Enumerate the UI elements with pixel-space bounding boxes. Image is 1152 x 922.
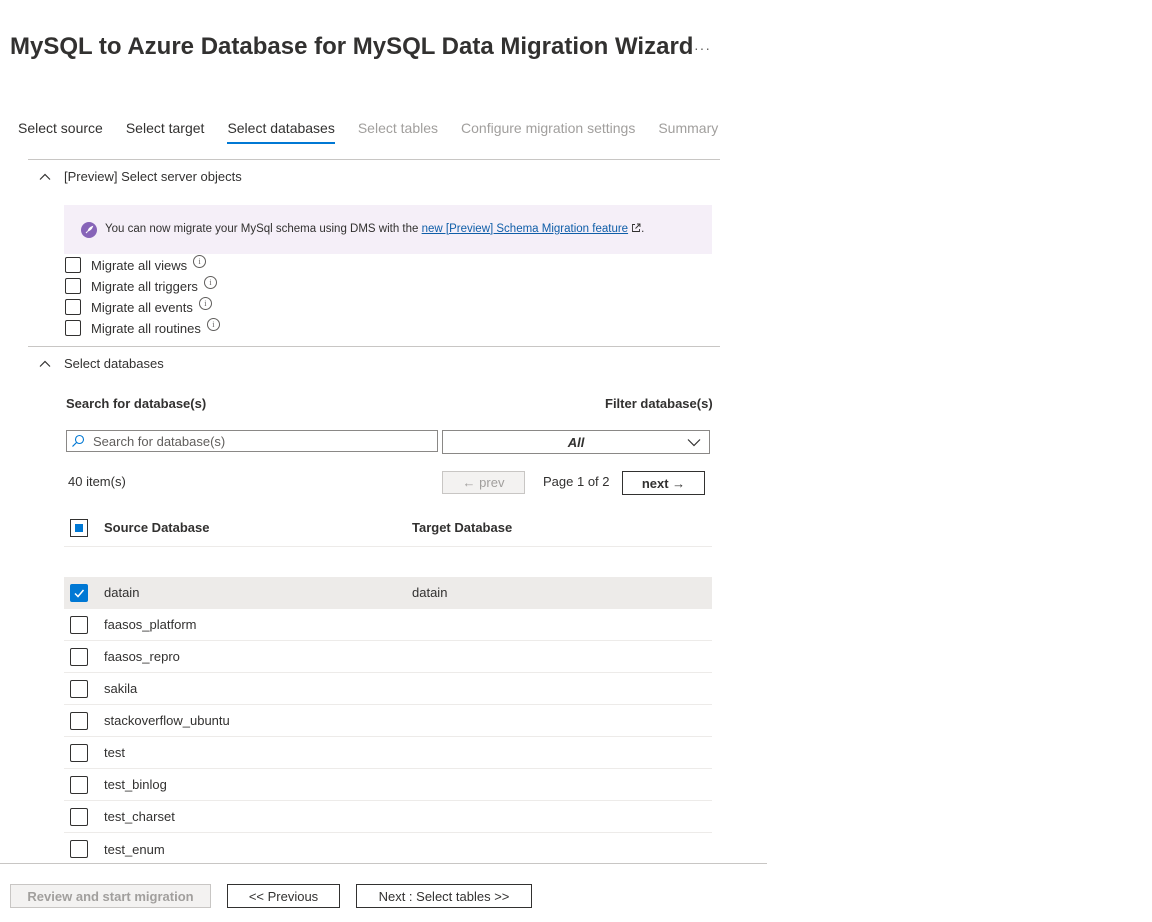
page-title: MySQL to Azure Database for MySQL Data M…: [10, 33, 694, 60]
migrate-views-label: Migrate all views: [91, 257, 188, 273]
review-and-start-migration-button: Review and start migration: [10, 884, 211, 908]
section-divider: [28, 346, 720, 347]
migrate-triggers-label: Migrate all triggers: [91, 278, 198, 294]
banner-text: You can now migrate your MySql schema us…: [105, 223, 422, 235]
prev-page-button[interactable]: ← prev: [442, 471, 525, 494]
source-database-cell: test_enum: [104, 841, 165, 857]
banner-message: You can now migrate your MySql schema us…: [105, 223, 644, 236]
option-migrate-views: Migrate all views i: [65, 254, 207, 273]
table-row[interactable]: test_binlog: [64, 769, 712, 801]
search-databases-label: Search for database(s): [66, 396, 207, 411]
table-row[interactable]: stackoverflow_ubuntu: [64, 705, 712, 737]
schema-migration-banner: You can now migrate your MySql schema us…: [64, 205, 712, 254]
filter-dropdown[interactable]: All: [442, 430, 710, 454]
target-database-header: Target Database: [412, 520, 513, 535]
tab-select-target[interactable]: Select target: [126, 120, 205, 144]
row-checkbox[interactable]: [70, 775, 88, 794]
info-icon[interactable]: i: [198, 296, 212, 310]
next-page-button[interactable]: next →: [622, 471, 705, 495]
migrate-events-checkbox[interactable]: [65, 299, 81, 315]
source-database-cell: faasos_repro: [104, 649, 180, 664]
more-options-button[interactable]: ···: [694, 40, 711, 56]
table-row[interactable]: faasos_repro: [64, 641, 712, 673]
databases-heading: Select databases: [64, 356, 164, 371]
external-link-icon: [631, 223, 641, 236]
row-checkbox[interactable]: [70, 807, 88, 826]
option-migrate-routines: Migrate all routines i: [65, 317, 220, 336]
tab-select-databases[interactable]: Select databases: [227, 120, 336, 144]
server-objects-heading: [Preview] Select server objects: [64, 169, 242, 184]
source-database-cell: datain: [104, 585, 140, 600]
source-database-cell: sakila: [104, 681, 138, 696]
rocket-icon: [81, 221, 97, 238]
row-checkbox[interactable]: [70, 711, 88, 730]
migrate-routines-label: Migrate all routines: [91, 320, 201, 336]
items-count: 40 item(s): [68, 474, 126, 489]
database-list: datain datain faasos_platform faasos_rep…: [64, 577, 712, 865]
migrate-triggers-checkbox[interactable]: [65, 278, 81, 294]
databases-section-toggle[interactable]: Select databases: [38, 356, 164, 371]
table-row[interactable]: test_charset: [64, 801, 712, 833]
table-header: Source Database Target Database: [64, 512, 712, 547]
footer-divider: [0, 863, 767, 864]
migrate-views-checkbox[interactable]: [65, 257, 81, 273]
row-checkbox[interactable]: [70, 647, 88, 666]
row-checkbox[interactable]: [70, 743, 88, 762]
server-objects-section-toggle[interactable]: [Preview] Select server objects: [38, 169, 242, 184]
info-icon[interactable]: i: [203, 275, 217, 289]
chevron-up-icon: [38, 170, 58, 184]
filter-databases-label: Filter database(s): [605, 396, 713, 411]
info-icon[interactable]: i: [193, 254, 207, 268]
schema-migration-link[interactable]: new [Preview] Schema Migration feature: [422, 223, 628, 235]
source-database-cell: stackoverflow_ubuntu: [104, 713, 230, 728]
partial-check-indicator: [75, 524, 83, 532]
table-row[interactable]: faasos_platform: [64, 609, 712, 641]
source-database-cell: test_charset: [104, 809, 175, 824]
database-search: [66, 430, 438, 452]
table-row[interactable]: test_enum: [64, 833, 712, 865]
row-checkbox[interactable]: [70, 583, 88, 602]
source-database-cell: test_binlog: [104, 777, 167, 792]
tabs-divider: [28, 159, 720, 160]
info-icon[interactable]: i: [206, 317, 220, 331]
source-database-cell: faasos_platform: [104, 617, 197, 632]
tab-select-source[interactable]: Select source: [18, 120, 103, 144]
checkmark-icon: [74, 589, 85, 598]
chevron-down-icon: [687, 435, 701, 452]
option-migrate-events: Migrate all events i: [65, 296, 212, 315]
row-checkbox[interactable]: [70, 615, 88, 634]
search-input[interactable]: [91, 432, 425, 450]
select-all-checkbox[interactable]: [70, 519, 88, 537]
tab-configure-migration-settings: Configure migration settings: [461, 120, 636, 136]
chevron-up-icon: [38, 357, 58, 371]
banner-text-end: .: [641, 223, 645, 235]
tab-select-tables: Select tables: [357, 120, 439, 136]
migrate-events-label: Migrate all events: [91, 299, 193, 315]
table-row[interactable]: test: [64, 737, 712, 769]
wizard-tabs: Select source Select target Select datab…: [18, 120, 741, 144]
tab-summary: Summary: [658, 120, 719, 136]
search-icon: [71, 434, 85, 448]
next-select-tables-button[interactable]: Next : Select tables >>: [356, 884, 532, 908]
page-indicator: Page 1 of 2: [543, 474, 610, 489]
previous-button[interactable]: << Previous: [227, 884, 340, 908]
option-migrate-triggers: Migrate all triggers i: [65, 275, 217, 294]
source-database-cell: test: [104, 745, 125, 760]
row-checkbox[interactable]: [70, 840, 88, 858]
filter-selected-value: All: [567, 434, 585, 450]
table-row[interactable]: datain datain: [64, 577, 712, 609]
migrate-routines-checkbox[interactable]: [65, 320, 81, 336]
table-row[interactable]: sakila: [64, 673, 712, 705]
source-database-header: Source Database: [104, 520, 210, 535]
row-checkbox[interactable]: [70, 679, 88, 698]
target-database-cell: datain: [412, 585, 448, 600]
